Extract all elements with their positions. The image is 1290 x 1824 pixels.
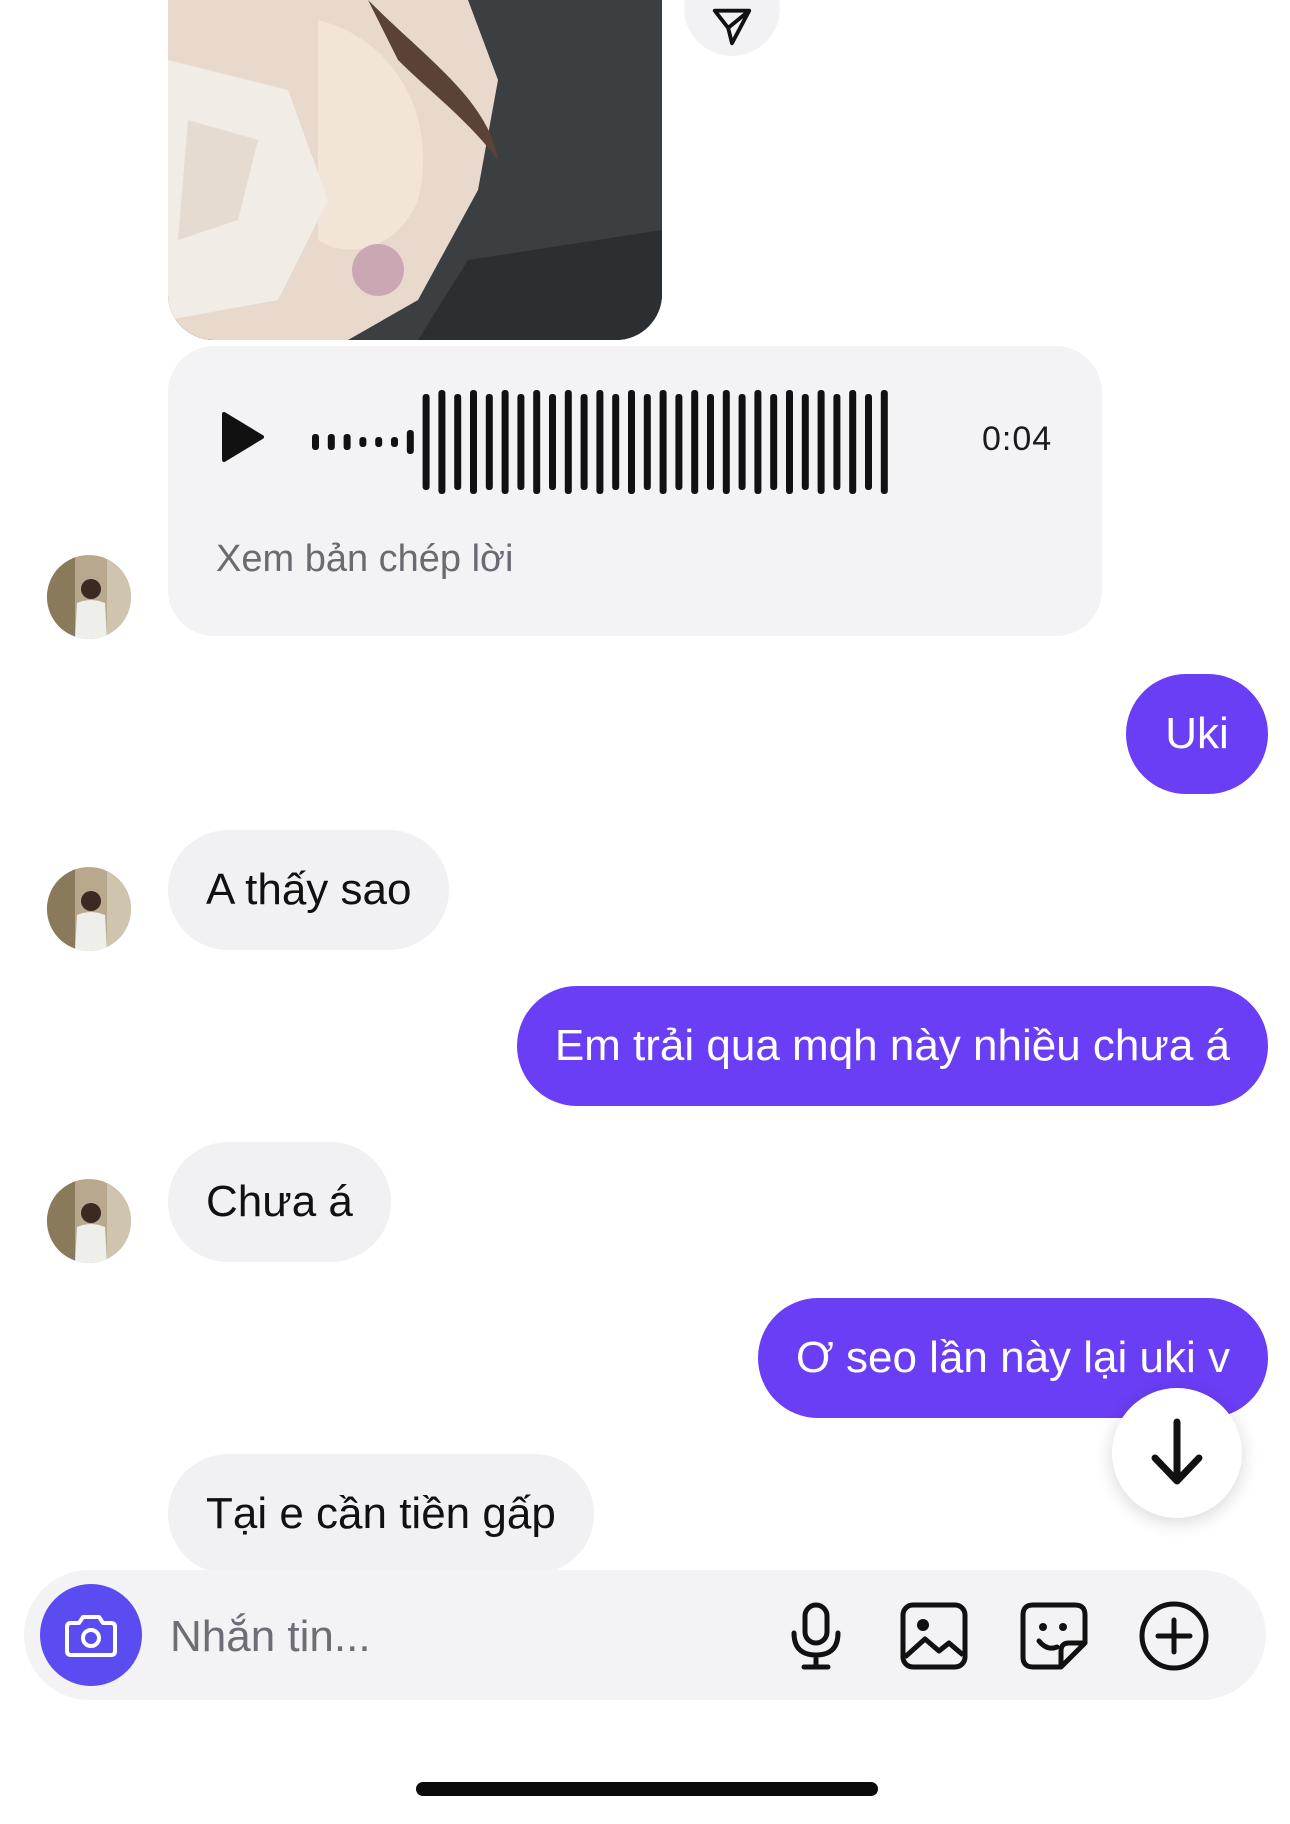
waveform-bar: [707, 394, 714, 490]
message-bubble-incoming[interactable]: Chưa á: [168, 1142, 391, 1262]
waveform-bar: [375, 437, 383, 447]
send-icon: [712, 8, 752, 46]
sticker-button[interactable]: [1016, 1598, 1092, 1674]
avatar[interactable]: [47, 1179, 131, 1263]
more-options-button[interactable]: [1136, 1598, 1212, 1674]
waveform-bar: [391, 437, 398, 447]
message-text: A thấy sao: [206, 865, 412, 914]
waveform-bar: [880, 390, 888, 494]
avatar[interactable]: [47, 555, 131, 639]
waveform-bar: [865, 394, 872, 490]
message-text: Chưa á: [206, 1177, 353, 1226]
waveform-bar: [643, 394, 651, 490]
waveform-bar: [754, 390, 762, 494]
arrow-down-icon: [1151, 1418, 1203, 1485]
gallery-button[interactable]: [896, 1598, 972, 1674]
play-button[interactable]: [220, 410, 266, 469]
waveform-bar: [659, 390, 667, 494]
message-bubble-outgoing[interactable]: Em trải qua mqh này nhiều chưa á: [516, 986, 1268, 1106]
share-button[interactable]: [684, 0, 780, 56]
waveform-bar: [770, 394, 778, 490]
waveform-bar: [533, 390, 541, 494]
avatar-image: [47, 1179, 131, 1263]
message-bubble-outgoing[interactable]: Uki: [1126, 674, 1268, 794]
waveform-bar: [517, 394, 525, 490]
message-text: Tại e cần tiền gấp: [206, 1489, 556, 1538]
avatar-image: [47, 555, 131, 639]
waveform-bar: [817, 390, 825, 494]
message-text: Uki: [1165, 709, 1229, 758]
waveform-bar: [738, 394, 746, 490]
waveform-bar: [343, 434, 351, 450]
waveform-bar: [801, 394, 809, 490]
waveform-bar: [327, 434, 335, 450]
shared-photo[interactable]: [168, 0, 662, 340]
avatar-image: [47, 867, 131, 951]
audio-waveform[interactable]: [308, 382, 948, 504]
waveform-bar: [580, 394, 588, 490]
transcript-link[interactable]: Xem bản chép lời: [216, 538, 513, 581]
avatar[interactable]: [47, 867, 131, 951]
waveform-bar: [422, 394, 430, 490]
waveform-bar: [359, 437, 367, 447]
message-input[interactable]: Nhắn tin...: [170, 1612, 371, 1662]
waveform-bar: [849, 390, 857, 494]
microphone-icon: [791, 1602, 841, 1670]
plus-icon: [1139, 1601, 1209, 1671]
waveform-bar: [628, 390, 635, 494]
waveform-bar: [485, 394, 493, 490]
microphone-button[interactable]: [778, 1598, 854, 1674]
message-text: Ơ seo lần này lại uki v: [796, 1333, 1230, 1382]
waveform-bar: [454, 394, 462, 490]
waveform-bar: [564, 390, 572, 494]
waveform-bar: [549, 394, 556, 490]
gallery-icon: [900, 1602, 968, 1670]
play-icon: [222, 412, 264, 462]
waveform-bar: [406, 430, 414, 454]
waveform-bar: [722, 390, 730, 494]
waveform-bar: [786, 390, 793, 494]
message-bubble-incoming[interactable]: Tại e cần tiền gấp: [168, 1454, 594, 1574]
scroll-to-bottom-button[interactable]: [1112, 1388, 1242, 1518]
camera-button[interactable]: [40, 1584, 142, 1686]
waveform-bar: [675, 394, 683, 490]
home-indicator: [416, 1782, 878, 1796]
sticker-icon: [1020, 1602, 1088, 1670]
waveform-bar: [501, 390, 509, 494]
waveform-bar: [470, 390, 477, 494]
waveform-bar: [612, 394, 620, 490]
photo-image: [168, 0, 662, 340]
voice-duration: 0:04: [982, 420, 1053, 458]
waveform-bar: [312, 434, 319, 450]
waveform-bar: [833, 394, 841, 490]
waveform-bar: [596, 390, 604, 494]
message-text: Em trải qua mqh này nhiều chưa á: [554, 1021, 1230, 1070]
message-bubble-incoming[interactable]: A thấy sao: [168, 830, 450, 950]
waveform-bar: [438, 390, 446, 494]
camera-icon: [65, 1615, 117, 1657]
waveform-bar: [691, 390, 699, 494]
